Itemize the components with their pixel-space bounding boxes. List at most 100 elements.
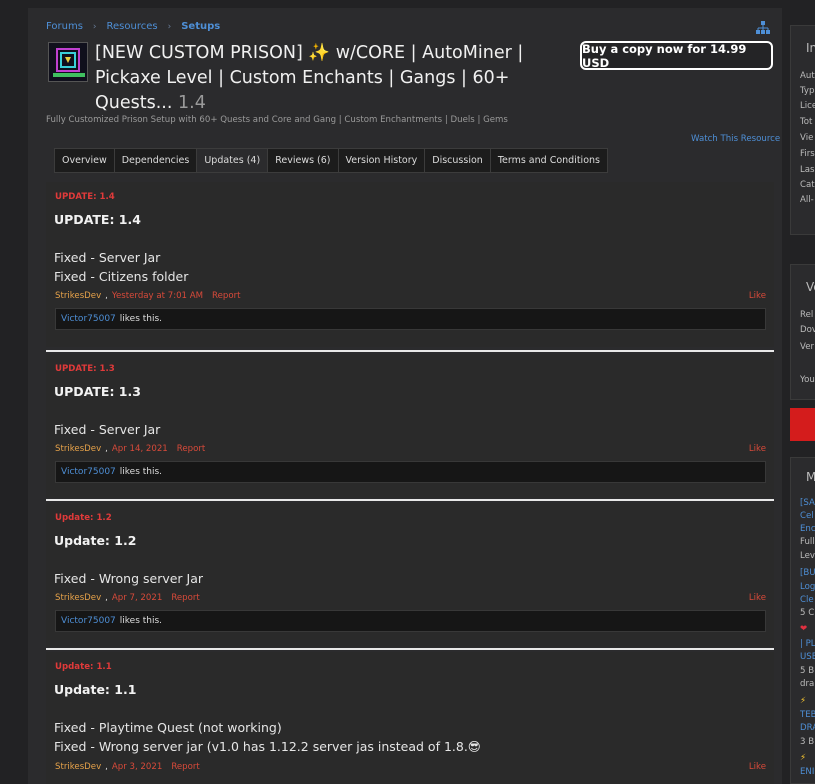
report-link[interactable]: Report: [177, 444, 206, 454]
update-small-title[interactable]: Update: 1.1: [55, 662, 112, 672]
update-title: UPDATE: 1.3: [54, 384, 141, 399]
update-small-title[interactable]: UPDATE: 1.3: [55, 364, 115, 374]
update-item: Update: 1.1 Update: 1.1 Fixed - Playtime…: [46, 652, 774, 784]
liker-link[interactable]: Victor75007: [61, 314, 116, 324]
sidebar-info-heading: In: [806, 41, 815, 55]
sidebar-info-row: Cat: [800, 180, 815, 190]
tab-dependencies[interactable]: Dependencies: [113, 148, 198, 173]
author-link[interactable]: StrikesDev: [55, 444, 101, 454]
sitemap-icon[interactable]: [756, 21, 770, 35]
sidebar-info-row: Vie: [800, 133, 814, 143]
sidebar-info-block: In Aut Typ Lice Tot Vie Firs Las Cat All…: [790, 25, 815, 235]
tab-version-history[interactable]: Version History: [337, 148, 426, 173]
chevron-right-icon: ›: [167, 21, 172, 32]
sidebar-version-row: You: [800, 375, 815, 385]
sidebar-more-link[interactable]: ENI: [800, 767, 814, 777]
resource-version: 1.4: [178, 93, 206, 113]
update-item: UPDATE: 1.4 UPDATE: 1.4 Fixed - Server J…: [46, 182, 774, 347]
date-link[interactable]: Apr 14, 2021: [112, 444, 168, 454]
like-button[interactable]: Like: [749, 762, 766, 772]
update-meta: StrikesDev, Apr 14, 2021 Report: [55, 444, 206, 454]
sidebar-more-link[interactable]: Cle: [800, 595, 814, 605]
lightning-icon: ⚡: [800, 753, 807, 763]
resource-title: [NEW CUSTOM PRISON] ✨ w/CORE | AutoMiner…: [95, 41, 575, 116]
date-link[interactable]: Apr 7, 2021: [112, 593, 162, 603]
sidebar-more-text: 3 B: [800, 737, 815, 747]
resource-icon: [48, 42, 88, 82]
update-title: Update: 1.1: [54, 682, 137, 697]
tab-discussion[interactable]: Discussion: [424, 148, 491, 173]
sidebar-more-link[interactable]: Enc: [800, 524, 815, 534]
sidebar-more-link[interactable]: [SA: [800, 498, 815, 508]
update-line: Fixed - Server Jar: [54, 250, 161, 265]
sidebar-info-row: Tot: [800, 117, 813, 127]
tab-overview[interactable]: Overview: [54, 148, 115, 173]
breadcrumb-setups[interactable]: Setups: [181, 21, 220, 32]
sidebar-more-link[interactable]: Cel: [800, 511, 814, 521]
like-button[interactable]: Like: [749, 593, 766, 603]
tab-updates[interactable]: Updates (4): [196, 148, 269, 173]
update-item: UPDATE: 1.3 UPDATE: 1.3 Fixed - Server J…: [46, 354, 774, 498]
sidebar-info-row: Lice: [800, 101, 815, 111]
sidebar-more-link[interactable]: [BU: [800, 568, 815, 578]
sidebar-info-row: Firs: [800, 149, 815, 159]
update-small-title[interactable]: UPDATE: 1.4: [55, 192, 115, 202]
sidebar-version-row: Dov: [800, 325, 815, 335]
author-link[interactable]: StrikesDev: [55, 291, 101, 301]
sidebar-more-text: Full: [800, 537, 815, 547]
updates-list: UPDATE: 1.4 UPDATE: 1.4 Fixed - Server J…: [46, 182, 774, 784]
report-link[interactable]: Report: [212, 291, 241, 301]
sidebar-more-block: M [SA Cel Enc Full Lev [BU Log Cle 5 C ❤…: [790, 457, 815, 784]
chevron-right-icon: ›: [92, 21, 97, 32]
likes-summary: Victor75007 likes this.: [55, 308, 766, 330]
sidebar-version-row: Ver: [800, 342, 815, 352]
resource-title-text: [NEW CUSTOM PRISON] ✨ w/CORE | AutoMiner…: [95, 43, 524, 113]
date-link[interactable]: Apr 3, 2021: [112, 762, 162, 772]
sidebar-more-text: 5 B: [800, 666, 815, 676]
sidebar-more-link[interactable]: DRA: [800, 723, 815, 733]
likes-text: likes this.: [119, 314, 163, 324]
report-link[interactable]: Report: [171, 762, 200, 772]
watch-resource-link[interactable]: Watch This Resource: [691, 134, 780, 144]
sidebar-more-link[interactable]: Log: [800, 582, 815, 592]
tab-reviews[interactable]: Reviews (6): [267, 148, 339, 173]
update-small-title[interactable]: Update: 1.2: [55, 513, 112, 523]
likes-summary: Victor75007 likes this.: [55, 461, 766, 483]
update-meta: StrikesDev, Apr 7, 2021 Report: [55, 593, 200, 603]
sidebar-more-text: 5 C: [800, 608, 815, 618]
report-link[interactable]: Report: [171, 593, 200, 603]
main-content: Forums › Resources › Setups [NEW CUSTOM …: [28, 8, 782, 784]
update-title: UPDATE: 1.4: [54, 212, 141, 227]
author-link[interactable]: StrikesDev: [55, 762, 101, 772]
sidebar-info-row: Las: [800, 165, 815, 175]
author-link[interactable]: StrikesDev: [55, 593, 101, 603]
update-line: Fixed - Server Jar: [54, 422, 161, 437]
update-line: Fixed - Wrong server jar (v1.0 has 1.12.…: [54, 739, 481, 754]
breadcrumb-forums[interactable]: Forums: [46, 21, 83, 32]
sidebar-version-row: Rel: [800, 310, 814, 320]
update-line: Fixed - Citizens folder: [54, 269, 189, 284]
update-title: Update: 1.2: [54, 533, 137, 548]
liker-link[interactable]: Victor75007: [61, 616, 116, 626]
tab-terms[interactable]: Terms and Conditions: [489, 148, 608, 173]
update-meta: StrikesDev, Apr 3, 2021 Report: [55, 762, 200, 772]
breadcrumb-resources[interactable]: Resources: [107, 21, 158, 32]
like-button[interactable]: Like: [749, 291, 766, 301]
sidebar-more-link[interactable]: | PL: [800, 639, 815, 649]
resource-tagline: Fully Customized Prison Setup with 60+ Q…: [46, 115, 508, 125]
like-button[interactable]: Like: [749, 444, 766, 454]
date-link[interactable]: Yesterday at 7:01 AM: [112, 291, 203, 301]
update-item: Update: 1.2 Update: 1.2 Fixed - Wrong se…: [46, 503, 774, 647]
buy-button[interactable]: Buy a copy now for 14.99 USD: [580, 41, 773, 70]
liker-link[interactable]: Victor75007: [61, 467, 116, 477]
sidebar-info-row: Typ: [800, 86, 815, 96]
sidebar-more-link[interactable]: TEB: [800, 710, 815, 720]
update-divider: [46, 648, 774, 650]
sidebar-info-row: Aut: [800, 71, 815, 81]
likes-summary: Victor75007 likes this.: [55, 610, 766, 632]
update-line: Fixed - Playtime Quest (not working): [54, 720, 282, 735]
sidebar-red-button[interactable]: [790, 408, 815, 441]
update-divider: [46, 499, 774, 501]
sidebar-more-link[interactable]: USE: [800, 652, 815, 662]
breadcrumb: Forums › Resources › Setups: [46, 21, 220, 32]
